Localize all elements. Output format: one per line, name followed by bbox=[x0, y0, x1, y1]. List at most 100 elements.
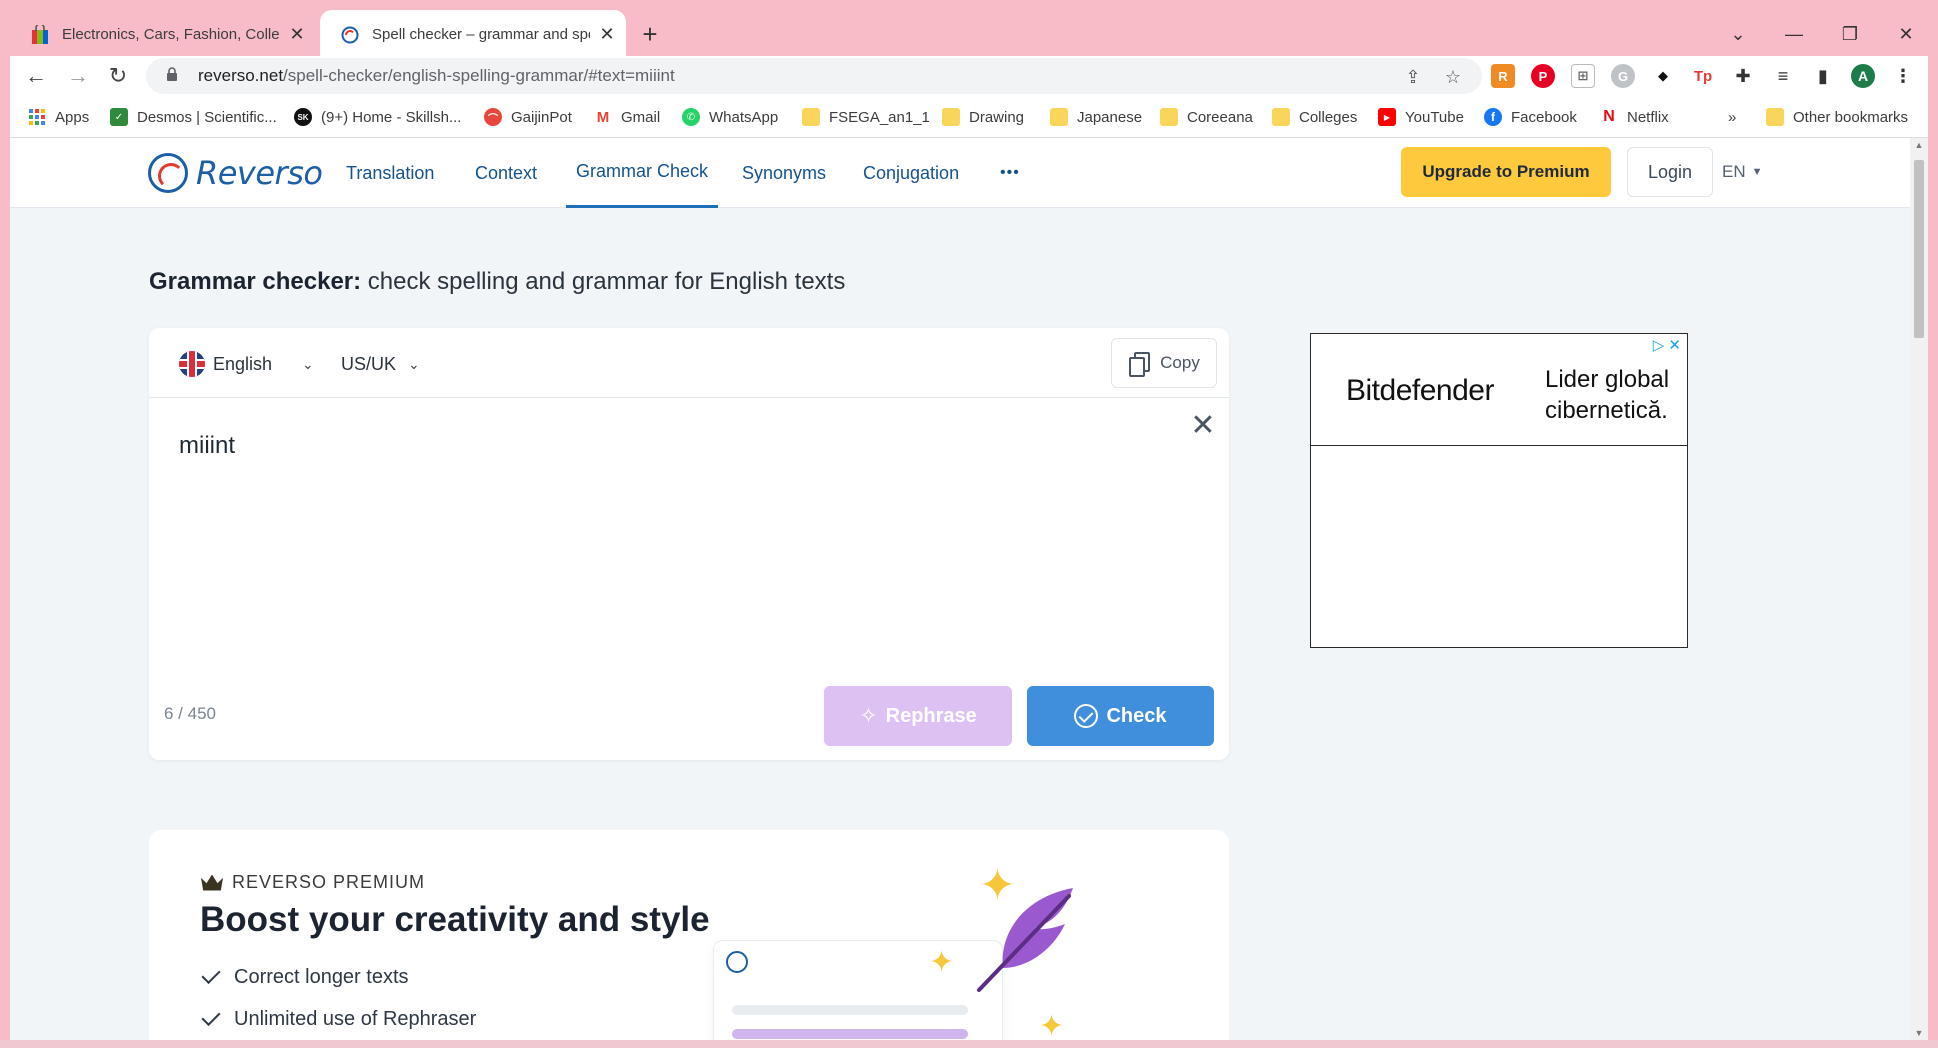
folder-icon bbox=[1272, 108, 1290, 126]
bookmark-label: Facebook bbox=[1511, 108, 1577, 126]
bookmark-label: Drawing bbox=[969, 108, 1025, 126]
side-panel-icon[interactable]: ▮ bbox=[1811, 64, 1835, 88]
variant-value: US/UK bbox=[341, 353, 397, 374]
tp-extension-icon[interactable]: Tp bbox=[1691, 64, 1715, 88]
bookmark-folder-fsega[interactable]: FSEGA_an1_1 bbox=[802, 96, 930, 138]
login-button[interactable]: Login bbox=[1627, 147, 1713, 197]
uk-flag-icon bbox=[179, 351, 205, 377]
page-scrollbar[interactable]: ▲ ▼ bbox=[1910, 138, 1928, 1040]
extension-dark-icon[interactable]: ◆ bbox=[1651, 64, 1675, 88]
illustration-line-highlight bbox=[732, 1029, 968, 1039]
bookmark-gaijinpot[interactable]: ⌒ GaijinPot bbox=[484, 96, 572, 138]
nav-conjugation[interactable]: Conjugation bbox=[863, 138, 959, 208]
bookmark-skillshare[interactable]: SK (9+) Home - Skillsh... bbox=[294, 96, 461, 138]
reverso-favicon-icon bbox=[340, 25, 360, 45]
url-text: reverso.net/spell-checker/english-spelli… bbox=[198, 66, 675, 86]
feature-text: Correct longer texts bbox=[234, 966, 409, 988]
pinterest-icon[interactable]: P bbox=[1531, 64, 1555, 88]
copy-button[interactable]: Copy bbox=[1111, 338, 1217, 388]
bookmark-apps[interactable]: Apps bbox=[28, 96, 89, 138]
bookmark-label: Japanese bbox=[1077, 108, 1143, 126]
grammarly-icon[interactable]: G bbox=[1611, 64, 1635, 88]
extensions-puzzle-icon[interactable]: ✚ bbox=[1731, 64, 1755, 88]
nav-synonyms[interactable]: Synonyms bbox=[742, 138, 826, 208]
chevron-down-icon: ⌄ bbox=[408, 355, 420, 372]
skillshare-icon: SK bbox=[294, 108, 312, 126]
tab-search-icon[interactable]: ⌄ bbox=[1716, 18, 1760, 50]
tab-title: Electronics, Cars, Fashion, Collectibles bbox=[62, 26, 280, 43]
bookmark-folder-coreeana[interactable]: Coreeana bbox=[1160, 96, 1253, 138]
language-dropdown[interactable]: English ⌄ bbox=[179, 346, 314, 382]
bookmark-label: YouTube bbox=[1405, 108, 1464, 126]
folder-icon bbox=[1160, 108, 1178, 126]
rephrase-button[interactable]: ✧ Rephrase bbox=[824, 686, 1012, 746]
language-selector[interactable]: EN ▼ bbox=[1722, 147, 1763, 197]
extension-screenshot-icon[interactable]: ⊞ bbox=[1571, 64, 1595, 88]
bookmark-label: Colleges bbox=[1299, 108, 1358, 126]
bookmarks-overflow-button[interactable]: » bbox=[1728, 96, 1736, 138]
bookmark-star-icon[interactable]: ☆ bbox=[1442, 66, 1464, 88]
bookmark-label: Other bookmarks bbox=[1793, 108, 1909, 126]
scroll-down-icon[interactable]: ▼ bbox=[1914, 1028, 1924, 1038]
bookmark-netflix[interactable]: N Netflix bbox=[1600, 96, 1669, 138]
lock-icon bbox=[166, 67, 182, 85]
feature-text: Unlimited use of Rephraser bbox=[234, 1008, 477, 1030]
nav-grammar-check[interactable]: Grammar Check bbox=[566, 138, 719, 208]
bookmark-folder-colleges[interactable]: Colleges bbox=[1272, 96, 1357, 138]
bookmark-folder-japanese[interactable]: Japanese bbox=[1050, 96, 1142, 138]
bookmark-youtube[interactable]: ▶ YouTube bbox=[1378, 96, 1464, 138]
ad-tagline: Lider global cibernetică. bbox=[1545, 364, 1669, 426]
close-tab-icon[interactable]: ✕ bbox=[596, 24, 618, 46]
scroll-up-icon[interactable]: ▲ bbox=[1914, 140, 1924, 150]
tab-ebay[interactable]: Electronics, Cars, Fashion, Collectibles… bbox=[10, 10, 320, 59]
extension-orange-icon[interactable]: R bbox=[1491, 64, 1515, 88]
nav-translation[interactable]: Translation bbox=[346, 138, 434, 208]
share-icon[interactable]: ⇪ bbox=[1402, 66, 1424, 88]
close-tab-icon[interactable]: ✕ bbox=[286, 24, 308, 46]
bookmark-desmos[interactable]: ✓ Desmos | Scientific... bbox=[110, 96, 277, 138]
clear-text-icon[interactable]: ✕ bbox=[1189, 411, 1217, 441]
browser-toolbar: ← → ↻ reverso.net/spell-checker/english-… bbox=[10, 56, 1928, 96]
more-menu-icon[interactable]: ••• bbox=[1000, 138, 1020, 208]
checkmark-icon bbox=[201, 964, 221, 985]
feature-item: Correct longer texts bbox=[200, 964, 409, 989]
forward-button[interactable]: → bbox=[62, 60, 94, 92]
bookmark-label: Coreeana bbox=[1187, 108, 1253, 126]
chrome-menu-icon[interactable]: ⋮ bbox=[1891, 64, 1915, 88]
facebook-icon: f bbox=[1484, 108, 1502, 126]
url-host: reverso.net bbox=[198, 66, 284, 85]
profile-avatar[interactable]: A bbox=[1851, 64, 1875, 88]
premium-illustration bbox=[713, 940, 1003, 1040]
reload-button[interactable]: ↻ bbox=[102, 60, 134, 92]
nav-context[interactable]: Context bbox=[475, 138, 537, 208]
bookmark-label: Gmail bbox=[621, 108, 661, 126]
scrollbar-thumb[interactable] bbox=[1914, 160, 1924, 338]
tab-reverso[interactable]: Spell checker – grammar and spelling ✕ bbox=[320, 10, 626, 59]
checkmark-icon bbox=[201, 1006, 221, 1027]
restore-button[interactable]: ❐ bbox=[1828, 18, 1872, 50]
bookmark-label: FSEGA_an1_1 bbox=[829, 108, 930, 126]
ebay-bag-icon bbox=[30, 24, 50, 45]
back-button[interactable]: ← bbox=[20, 60, 52, 92]
minimize-button[interactable]: — bbox=[1772, 18, 1816, 50]
bookmark-label: (9+) Home - Skillsh... bbox=[321, 108, 462, 126]
reverso-logo[interactable]: Reverso bbox=[148, 151, 323, 195]
editor-header: English ⌄ US/UK ⌄ Copy bbox=[149, 328, 1229, 398]
adchoices-icon[interactable]: ▷ ✕ bbox=[1653, 336, 1681, 354]
bookmark-gmail[interactable]: M Gmail bbox=[594, 96, 660, 138]
new-tab-button[interactable]: + bbox=[635, 19, 665, 49]
text-input[interactable]: miiint bbox=[179, 432, 235, 460]
upgrade-premium-button[interactable]: Upgrade to Premium bbox=[1401, 147, 1611, 197]
bookmark-folder-drawing[interactable]: Drawing bbox=[942, 96, 1024, 138]
other-bookmarks[interactable]: Other bookmarks bbox=[1766, 96, 1908, 138]
address-bar[interactable]: reverso.net/spell-checker/english-spelli… bbox=[146, 58, 1482, 94]
bookmark-facebook[interactable]: f Facebook bbox=[1484, 96, 1577, 138]
tab-title: Spell checker – grammar and spelling bbox=[372, 26, 590, 43]
close-window-button[interactable]: ✕ bbox=[1884, 18, 1928, 50]
ad-banner: ▷ ✕ Bitdefender Lider global cibernetică… bbox=[1311, 334, 1687, 446]
variant-dropdown[interactable]: US/UK ⌄ bbox=[341, 346, 420, 382]
check-button[interactable]: Check bbox=[1027, 686, 1214, 746]
advertisement[interactable]: ▷ ✕ Bitdefender Lider global cibernetică… bbox=[1310, 333, 1688, 648]
reading-list-icon[interactable]: ≡ bbox=[1771, 64, 1795, 88]
bookmark-whatsapp[interactable]: ✆ WhatsApp bbox=[682, 96, 778, 138]
